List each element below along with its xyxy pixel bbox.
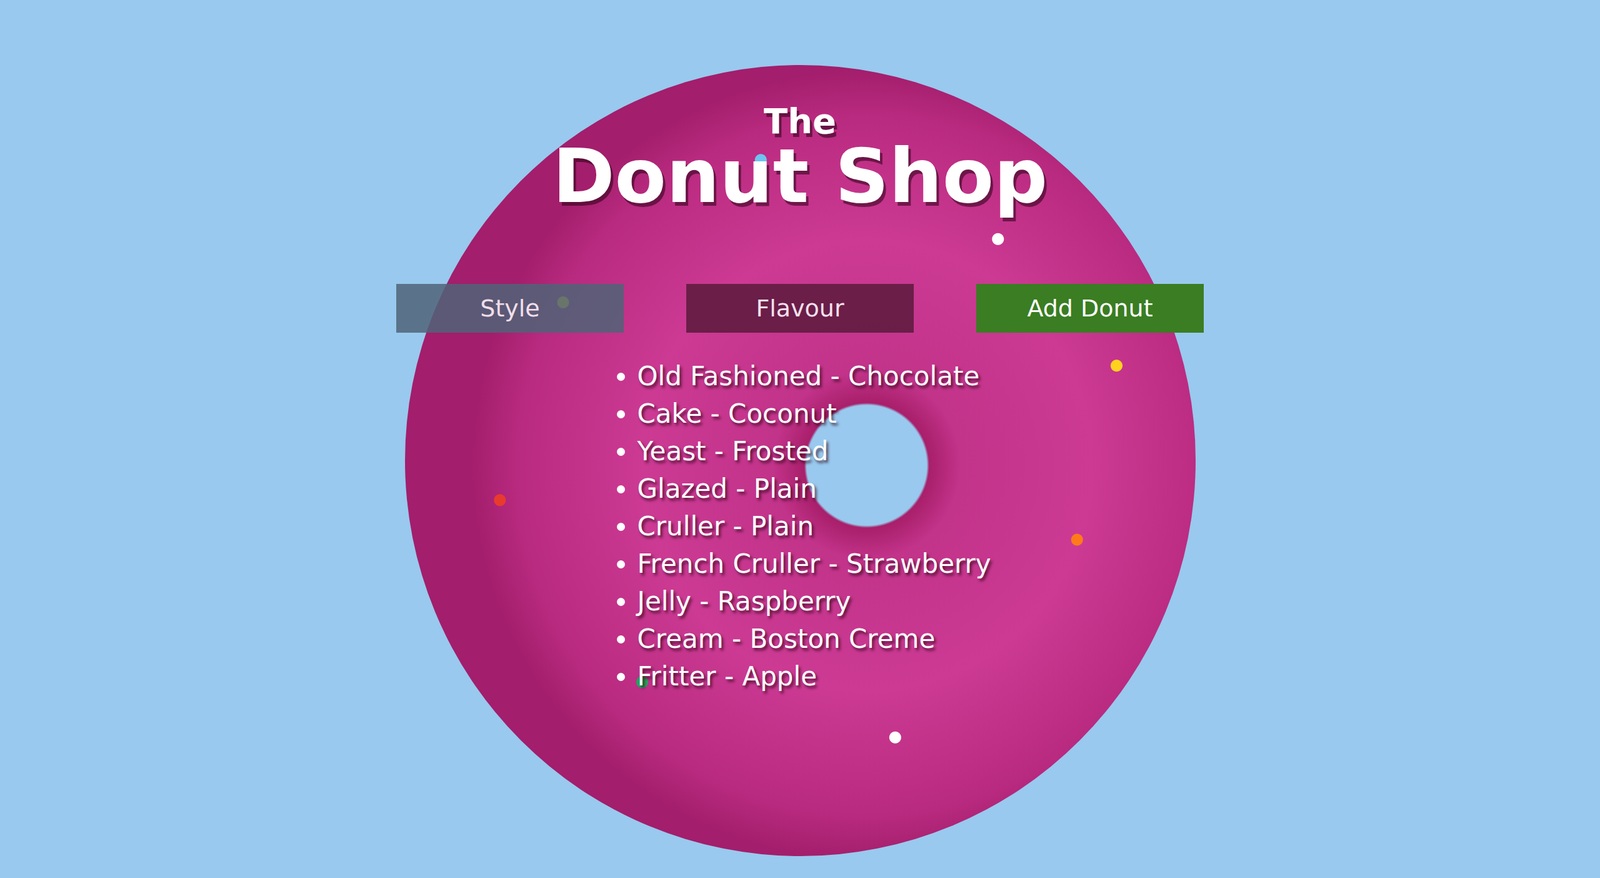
donut-item: Glazed - Plain [637,470,1196,508]
flavour-input[interactable] [686,283,914,333]
add-donut-button[interactable]: Add Donut [976,283,1204,333]
donut-picture: TheDonut Shop Add Donut Old Fashioned - Ch… [405,65,1196,856]
donut-item: Cake - Coconut [637,395,1196,433]
donut-item: French Cruller - Strawberry [637,545,1196,583]
controls: Add Donut [405,283,1196,333]
header-small: The [405,103,1196,139]
page: TheDonut Shop Add Donut Old Fashioned - Ch… [0,0,1600,878]
donut-item: Old Fashioned - Chocolate [637,357,1196,395]
style-input[interactable] [396,283,624,333]
header: TheDonut Shop [405,103,1196,214]
donut-item: Yeast - Frosted [637,432,1196,470]
donut-item: Fritter - Apple [637,657,1196,695]
donut-item: Jelly - Raspberry [637,582,1196,620]
donut-list: Old Fashioned - ChocolateCake - CoconutY… [637,357,1196,695]
donut-item: Cream - Boston Creme [637,620,1196,658]
donut-item: Cruller - Plain [637,507,1196,545]
shop-title: Donut Shop [405,138,1196,214]
